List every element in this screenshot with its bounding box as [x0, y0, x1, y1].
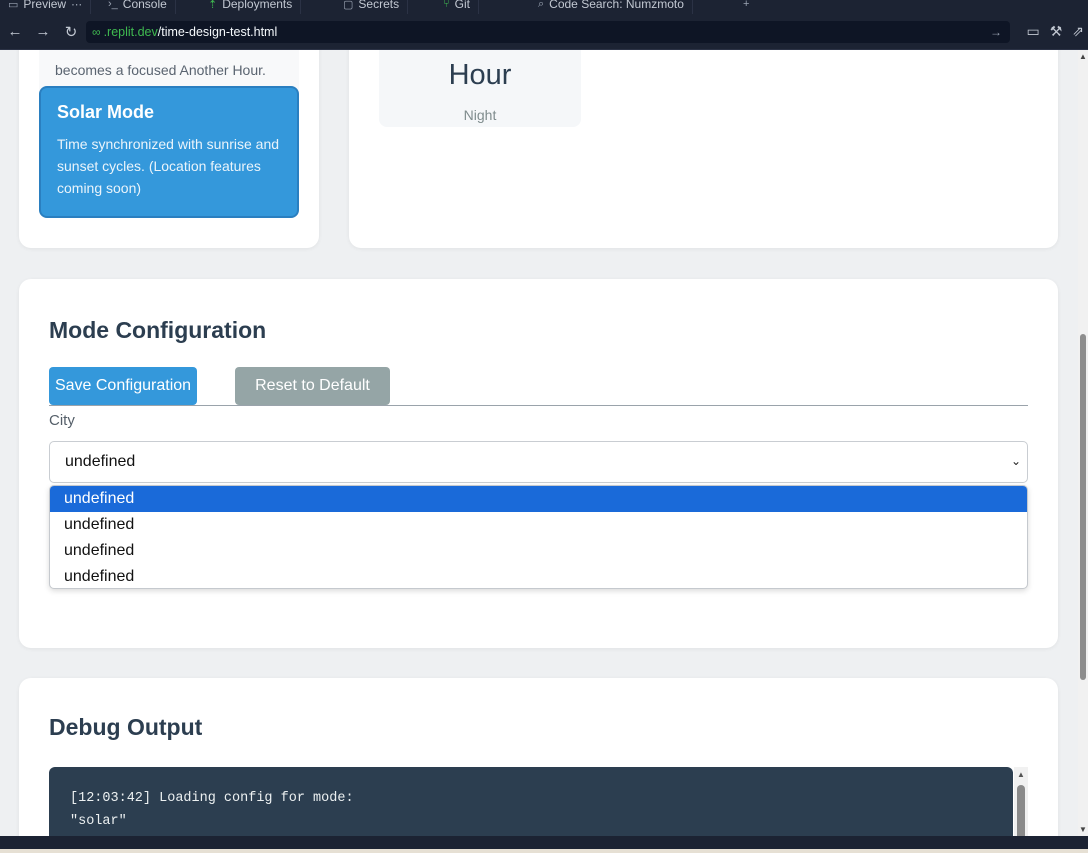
dropdown-option[interactable]: undefined: [50, 538, 1027, 564]
clock-period: Night: [463, 107, 497, 123]
lock-icon: ▢: [343, 0, 354, 11]
back-button[interactable]: ←: [1, 18, 29, 46]
mode-configuration-card: Mode Configuration Save Configuration Re…: [19, 279, 1058, 648]
wrench-icon[interactable]: ⚒: [1050, 23, 1063, 40]
new-tab-button[interactable]: +: [735, 0, 757, 14]
browser-toolbar: ← → ↻ ∞ .replit.dev/time-design-test.htm…: [0, 14, 1088, 50]
open-url-icon[interactable]: →: [990, 25, 1002, 39]
deploy-icon: ⇡: [208, 0, 218, 11]
save-configuration-button[interactable]: Save Configuration: [49, 367, 197, 405]
toolbar-icons: ▭ ⚒ ⇗: [1026, 23, 1084, 40]
search-icon: ⌕: [538, 0, 545, 10]
tab-git[interactable]: ⑂ Git: [435, 0, 479, 14]
devtools-monitor-icon[interactable]: ▭: [1026, 23, 1039, 40]
arrow-left-icon: ←: [7, 23, 23, 40]
link-icon: ∞: [92, 25, 101, 39]
clock-hour-label: Hour: [448, 59, 512, 91]
mode-description: Time synchronized with sunrise and sunse…: [57, 136, 280, 196]
city-label: City: [49, 412, 75, 429]
scroll-down-icon[interactable]: ▼: [1079, 825, 1087, 834]
arrow-right-icon: →: [35, 23, 51, 40]
dropdown-option[interactable]: undefined: [50, 486, 1027, 512]
external-link-icon[interactable]: ⇗: [1072, 23, 1084, 40]
tab-preview[interactable]: ▭ Preview ⋯: [0, 0, 92, 14]
divider: [49, 405, 1028, 406]
section-title: Debug Output: [49, 714, 203, 740]
mode-option-solar[interactable]: Solar Mode Time synchronized with sunris…: [39, 86, 299, 218]
mode-title: Solar Mode: [57, 102, 155, 122]
ide-tab-strip: ▭ Preview ⋯ ›_ Console ⇡ Deployments ▢ S…: [0, 0, 1088, 14]
chevron-down-icon: ⌄: [1010, 454, 1021, 468]
reload-button[interactable]: ↻: [57, 18, 85, 46]
tab-deployments[interactable]: ⇡ Deployments: [200, 0, 302, 14]
console-line: [12:03:42] Loading config for mode:: [70, 791, 354, 806]
page-viewport: becomes a focused Another Hour. Solar Mo…: [0, 50, 1078, 836]
bottom-bar: [0, 836, 1088, 853]
monitor-icon: ▭: [8, 0, 19, 11]
debug-output-card: Debug Output [12:03:42] Loading config f…: [19, 678, 1058, 836]
scroll-up-icon[interactable]: ▲: [1079, 52, 1087, 61]
section-title: Mode Configuration: [49, 317, 267, 343]
clock-card: Hour Night: [349, 50, 1058, 248]
reload-icon: ↻: [64, 23, 78, 41]
console-line: "solar": [70, 814, 127, 829]
mode-list-card: becomes a focused Another Hour. Solar Mo…: [19, 50, 319, 248]
git-icon: ⑂: [443, 0, 450, 10]
reset-to-default-button[interactable]: Reset to Default: [235, 367, 390, 405]
page-scroll-thumb[interactable]: [1080, 334, 1086, 680]
tab-console[interactable]: ›_ Console: [100, 0, 176, 14]
console-scrollbar[interactable]: ▲: [1014, 767, 1028, 836]
url-field[interactable]: ∞ .replit.dev/time-design-test.html →: [86, 21, 1010, 43]
city-select[interactable]: undefined ⌄: [49, 441, 1028, 483]
clock-display: Hour Night: [379, 50, 581, 127]
city-dropdown-list: undefined undefined undefined undefined: [49, 485, 1028, 589]
console-scroll-thumb[interactable]: [1017, 785, 1025, 836]
scroll-up-icon[interactable]: ▲: [1017, 770, 1025, 779]
dropdown-option[interactable]: undefined: [50, 564, 1027, 588]
dropdown-option[interactable]: undefined: [50, 512, 1027, 538]
more-icon[interactable]: ⋯: [71, 0, 82, 11]
forward-button[interactable]: →: [29, 18, 57, 46]
debug-console: [12:03:42] Loading config for mode: "sol…: [49, 767, 1013, 836]
terminal-icon: ›_: [108, 0, 118, 10]
plus-icon: +: [743, 0, 750, 10]
tab-code-search[interactable]: ⌕ Code Search: Numzmoto: [530, 0, 693, 14]
tab-secrets[interactable]: ▢ Secrets: [335, 0, 409, 14]
page-scrollbar[interactable]: ▲ ▼: [1078, 50, 1088, 836]
